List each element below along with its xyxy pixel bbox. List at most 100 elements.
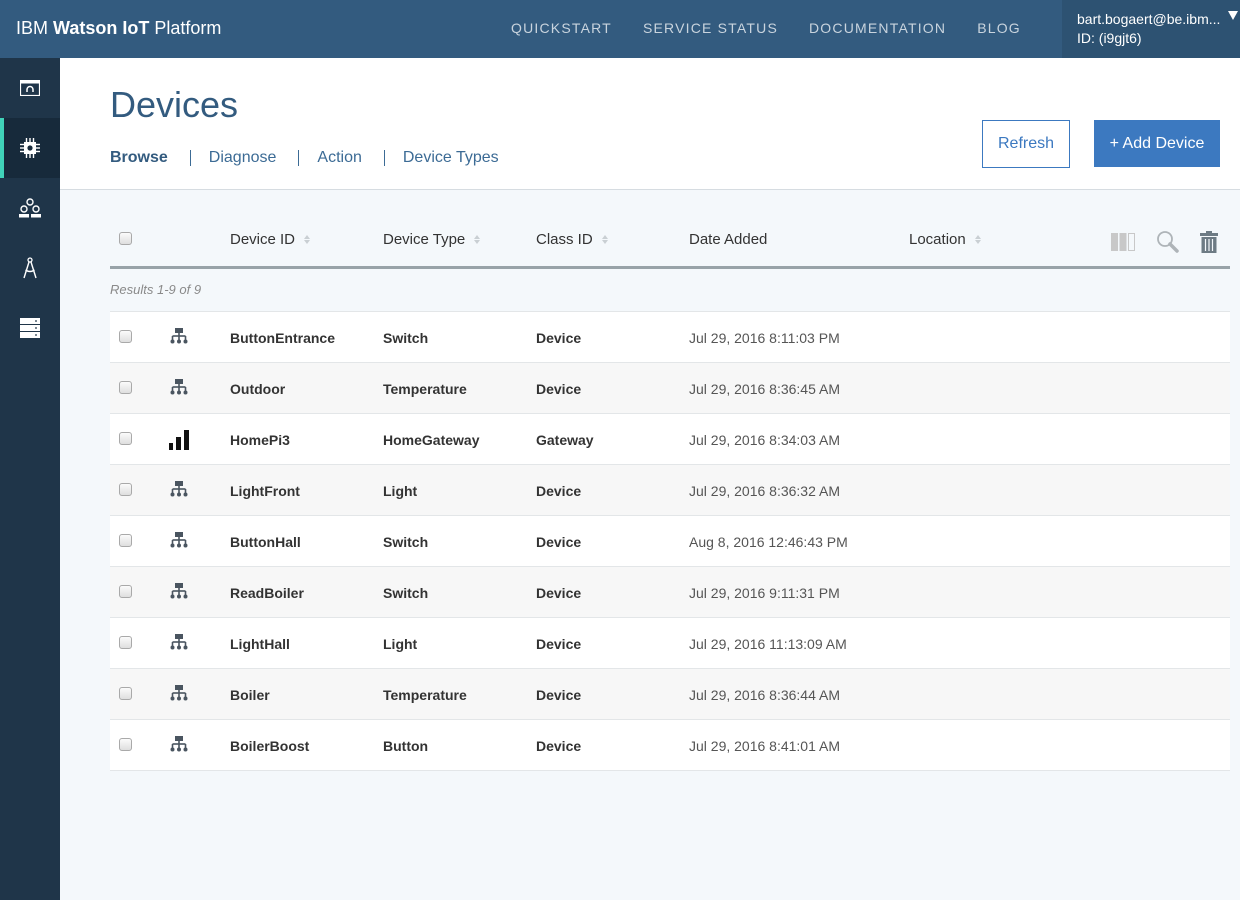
refresh-button[interactable]: Refresh	[982, 120, 1070, 168]
dashboard-icon	[20, 80, 40, 96]
gateway-icon	[169, 430, 189, 455]
nav-service-status[interactable]: SERVICE STATUS	[643, 20, 778, 36]
tab-device-types[interactable]: Device Types	[403, 149, 499, 167]
device-type: HomeGateway	[383, 432, 480, 448]
class-id: Device	[536, 636, 582, 652]
row-checkbox[interactable]	[119, 330, 132, 343]
row-checkbox[interactable]	[119, 687, 132, 700]
sort-icon	[304, 235, 311, 244]
select-all-checkbox[interactable]	[119, 232, 132, 245]
device-id[interactable]: ButtonHall	[230, 534, 301, 550]
search-icon[interactable]	[1156, 230, 1180, 254]
row-checkbox[interactable]	[119, 585, 132, 598]
trash-icon[interactable]	[1200, 231, 1218, 253]
tab-browse[interactable]: Browse	[110, 149, 168, 167]
sort-icon	[601, 235, 608, 244]
device-id[interactable]: ButtonEntrance	[230, 330, 335, 346]
sidebar-item-rules[interactable]	[0, 238, 60, 298]
sub-nav: Browse Diagnose Action Device Types	[110, 149, 499, 167]
column-class-id[interactable]: Class ID	[536, 231, 608, 248]
device-id[interactable]: LightFront	[230, 483, 300, 499]
table-row[interactable]: LightFront Light Device Jul 29, 2016 8:3…	[110, 465, 1230, 516]
table-row[interactable]: ButtonEntrance Switch Device Jul 29, 201…	[110, 312, 1230, 363]
column-label: Date Added	[689, 231, 768, 248]
device-id[interactable]: BoilerBoost	[230, 738, 309, 754]
class-id: Device	[536, 483, 582, 499]
caret-down-icon[interactable]	[1228, 11, 1238, 20]
columns-icon[interactable]	[1111, 233, 1136, 251]
user-menu[interactable]: bart.bogaert@be.ibm... ID: (i9gjt6)	[1062, 0, 1240, 58]
table-row[interactable]: ButtonHall Switch Device Aug 8, 2016 12:…	[110, 516, 1230, 567]
sort-icon	[474, 235, 481, 244]
table-body: ButtonEntrance Switch Device Jul 29, 201…	[110, 311, 1230, 771]
device-id[interactable]: HomePi3	[230, 432, 290, 448]
row-checkbox[interactable]	[119, 738, 132, 751]
table-tools	[1091, 230, 1230, 254]
class-id: Device	[536, 330, 582, 346]
device-type: Light	[383, 483, 418, 499]
device-type: Light	[383, 636, 418, 652]
column-device-id[interactable]: Device ID	[230, 231, 311, 248]
chip-icon	[20, 138, 40, 158]
tab-action[interactable]: Action	[317, 149, 361, 167]
nav-blog[interactable]: BLOG	[977, 20, 1021, 36]
user-email: bart.bogaert@be.ibm...	[1077, 11, 1221, 27]
sidebar-item-members[interactable]	[0, 178, 60, 238]
row-checkbox[interactable]	[119, 534, 132, 547]
device-id[interactable]: ReadBoiler	[230, 585, 304, 601]
sidebar-item-devices[interactable]	[0, 118, 60, 178]
device-type: Switch	[383, 330, 429, 346]
row-checkbox[interactable]	[119, 432, 132, 445]
table-row[interactable]: Boiler Temperature Device Jul 29, 2016 8…	[110, 669, 1230, 720]
nav-documentation[interactable]: DOCUMENTATION	[809, 20, 946, 36]
table-row[interactable]: LightHall Light Device Jul 29, 2016 11:1…	[110, 618, 1230, 669]
device-icon	[170, 634, 188, 655]
row-checkbox[interactable]	[119, 483, 132, 496]
date-added: Jul 29, 2016 8:34:03 AM	[689, 432, 840, 448]
table-row[interactable]: ReadBoiler Switch Device Jul 29, 2016 9:…	[110, 567, 1230, 618]
date-added: Aug 8, 2016 12:46:43 PM	[689, 534, 848, 550]
class-id: Gateway	[536, 432, 594, 448]
device-id[interactable]: LightHall	[230, 636, 290, 652]
device-icon	[170, 685, 188, 706]
brand-bold: Watson IoT	[53, 18, 150, 38]
column-label: Device Type	[383, 231, 466, 248]
server-icon	[20, 318, 40, 338]
row-checkbox[interactable]	[119, 381, 132, 394]
column-label: Class ID	[536, 231, 593, 248]
device-icon	[170, 481, 188, 502]
class-id: Device	[536, 687, 582, 703]
top-bar: IBM Watson IoT Platform QUICKSTART SERVI…	[0, 0, 1240, 58]
brand-logo[interactable]: IBM Watson IoT Platform	[16, 18, 221, 39]
top-nav: QUICKSTART SERVICE STATUS DOCUMENTATION …	[511, 20, 1052, 36]
sidebar	[0, 58, 60, 900]
column-device-type[interactable]: Device Type	[383, 231, 481, 248]
device-icon	[170, 328, 188, 349]
table-row[interactable]: Outdoor Temperature Device Jul 29, 2016 …	[110, 363, 1230, 414]
table-row[interactable]: HomePi3 HomeGateway Gateway Jul 29, 2016…	[110, 414, 1230, 465]
devices-table: Device ID Device Type Class ID Date Adde…	[110, 212, 1230, 771]
add-device-button[interactable]: + Add Device	[1094, 120, 1220, 167]
device-type: Temperature	[383, 381, 467, 397]
compass-icon	[23, 257, 37, 279]
column-date-added[interactable]: Date Added	[689, 231, 767, 248]
table-row[interactable]: BoilerBoost Button Device Jul 29, 2016 8…	[110, 720, 1230, 771]
results-count: Results 1-9 of 9	[110, 282, 202, 297]
column-location[interactable]: Location	[909, 231, 981, 248]
device-id[interactable]: Boiler	[230, 687, 270, 703]
tab-diagnose[interactable]: Diagnose	[209, 149, 277, 167]
class-id: Device	[536, 534, 582, 550]
sidebar-item-extensions[interactable]	[0, 298, 60, 358]
tab-divider	[383, 150, 385, 166]
sidebar-item-dashboard[interactable]	[0, 58, 60, 118]
device-type: Switch	[383, 534, 429, 550]
date-added: Jul 29, 2016 8:36:45 AM	[689, 381, 840, 397]
brand-suffix: Platform	[149, 18, 222, 38]
device-icon	[170, 736, 188, 757]
device-id[interactable]: Outdoor	[230, 381, 285, 397]
nav-quickstart[interactable]: QUICKSTART	[511, 20, 612, 36]
column-label: Location	[909, 231, 966, 248]
class-id: Device	[536, 381, 582, 397]
row-checkbox[interactable]	[119, 636, 132, 649]
device-icon	[170, 532, 188, 553]
